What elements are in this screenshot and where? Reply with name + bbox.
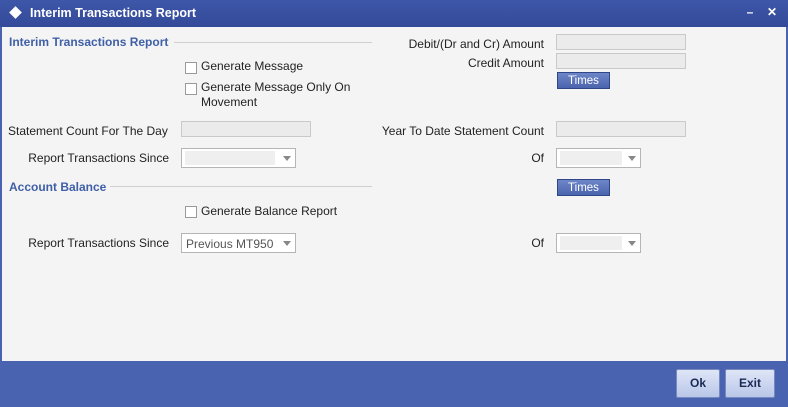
chevron-down-icon [283,241,291,246]
of-select[interactable] [556,148,641,168]
section-divider [174,42,372,43]
report-since-select[interactable] [181,148,296,168]
exit-button[interactable]: Exit [725,369,775,398]
generate-message-label: Generate Message [201,59,304,73]
report-since-label: Report Transactions Since [28,151,169,165]
minimize-button[interactable]: – [741,3,759,21]
generate-message-only-label-line2: Movement [201,95,258,109]
select-inner [560,151,622,165]
footer-bar: Ok Exit [2,361,786,405]
chevron-down-icon [628,156,636,161]
section-title-interim: Interim Transactions Report [9,35,169,49]
balance-of-select[interactable] [556,233,641,253]
chevron-down-icon [628,241,636,246]
generate-message-only-label-line1: Generate Message Only On [201,80,351,94]
select-inner [185,151,275,165]
balance-report-since-select[interactable]: Previous MT950 [181,233,296,253]
times-button-interim[interactable]: Times [557,72,610,89]
window-title: Interim Transactions Report [30,6,197,20]
credit-amount-label: Credit Amount [467,56,544,70]
ytd-statement-count-label: Year To Date Statement Count [381,124,544,138]
app-diamond-icon [9,6,22,19]
balance-of-label: Of [531,236,544,250]
form-content: Interim Transactions Report Generate Mes… [2,27,786,361]
of-label: Of [531,151,544,165]
debit-amount-label: Debit/(Dr and Cr) Amount [408,37,544,51]
select-inner [560,236,622,250]
statement-count-label: Statement Count For The Day [8,124,168,138]
generate-balance-report-label: Generate Balance Report [201,204,338,218]
dialog-window: Interim Transactions Report – ✕ Interim … [0,0,788,407]
section-divider [110,186,372,187]
credit-amount-field[interactable] [556,53,686,69]
balance-report-since-label: Report Transactions Since [28,236,169,250]
balance-report-since-value: Previous MT950 [186,237,274,251]
generate-balance-report-checkbox[interactable] [185,206,197,218]
section-title-balance: Account Balance [9,180,107,194]
generate-message-only-on-movement-checkbox[interactable] [185,83,197,95]
statement-count-field[interactable] [181,121,311,137]
generate-message-checkbox[interactable] [185,62,197,74]
ok-button[interactable]: Ok [676,369,720,398]
title-bar: Interim Transactions Report – ✕ [0,0,788,27]
times-button-balance[interactable]: Times [557,179,610,196]
ytd-statement-count-field[interactable] [556,121,686,137]
close-button[interactable]: ✕ [763,3,781,21]
debit-amount-field[interactable] [556,34,686,50]
chevron-down-icon [283,156,291,161]
